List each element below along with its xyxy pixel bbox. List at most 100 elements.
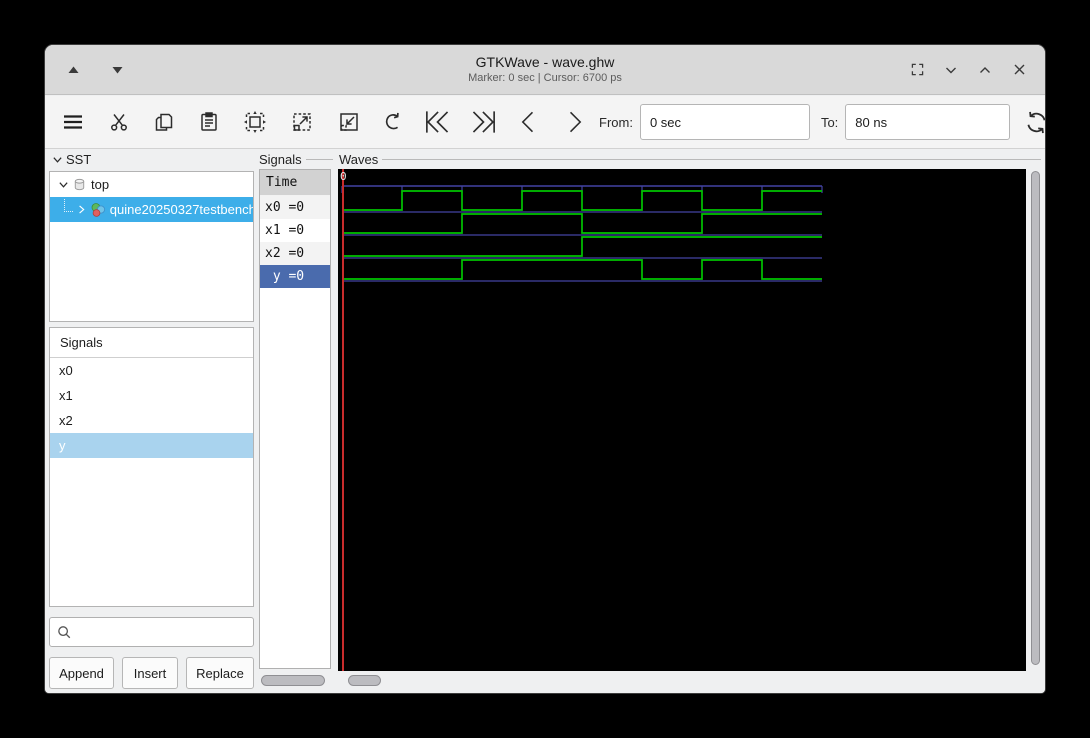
replace-button[interactable]: Replace: [186, 657, 254, 689]
module-cylinder-icon: [72, 177, 87, 192]
signal-value-label: x1 =0: [265, 223, 305, 238]
scroll-up-arrow-button[interactable]: [61, 58, 85, 82]
chevron-up-icon: [980, 66, 990, 73]
reload-icon: [1027, 111, 1045, 133]
cut-button[interactable]: [107, 110, 131, 134]
signal-search-box[interactable]: [49, 617, 254, 647]
jump-to-start-button[interactable]: [422, 109, 453, 135]
signals-frame-text: Signals: [259, 152, 302, 167]
zoom-out-button[interactable]: [336, 109, 362, 135]
signal-row-x2[interactable]: x2 =0: [260, 242, 330, 265]
waves-vertical-scrollbar[interactable]: [1029, 169, 1042, 671]
facility-item-y[interactable]: y: [50, 433, 253, 458]
copy-button[interactable]: [152, 110, 176, 134]
previous-edge-button[interactable]: [516, 109, 541, 135]
search-input[interactable]: [72, 624, 247, 640]
menu-button[interactable]: [59, 110, 87, 134]
jump-to-end-button[interactable]: [468, 109, 499, 135]
restore-button[interactable]: [973, 58, 997, 82]
titlebar[interactable]: GTKWave - wave.ghw Marker: 0 sec | Curso…: [45, 45, 1045, 95]
waves-horizontal-scrollbar[interactable]: [338, 673, 1026, 689]
window-title: GTKWave - wave.ghw: [475, 54, 615, 70]
waves-frame-text: Waves: [339, 152, 379, 167]
desktop-background: GTKWave - wave.ghw Marker: 0 sec | Curso…: [0, 0, 1090, 738]
undo-arrow-icon: [385, 112, 399, 129]
to-label: To:: [820, 114, 839, 130]
signal-row-y[interactable]: y =0: [260, 265, 330, 288]
wave-trace-x1: [342, 213, 822, 234]
hamburger-menu-icon: [64, 115, 82, 129]
sst-tree: top quine20250327testbench: [49, 171, 254, 322]
jump-start-icon: [426, 111, 449, 133]
facility-item-x1[interactable]: x1: [50, 383, 253, 408]
chevron-down-icon: [946, 67, 956, 73]
chevron-left-icon: [521, 111, 534, 133]
facility-label: x1: [59, 388, 73, 403]
signal-row-x0[interactable]: x0 =0: [260, 196, 330, 219]
wave-trace-x2: [342, 236, 822, 257]
minimize-button[interactable]: [939, 58, 963, 82]
from-input[interactable]: [639, 104, 810, 140]
tree-item-top[interactable]: top: [50, 172, 253, 197]
signal-row-x1[interactable]: x1 =0: [260, 219, 330, 242]
signal-name-panel: Time x0 =0 x1 =0 x2 =0 y =0: [259, 169, 331, 669]
tree-item-label: top: [91, 177, 110, 192]
up-triangle-icon: [68, 66, 78, 73]
time-header[interactable]: Time: [260, 170, 330, 196]
append-button[interactable]: Append: [49, 657, 114, 689]
scrollbar-thumb[interactable]: [1031, 171, 1040, 665]
component-spheres-icon: [90, 202, 106, 218]
signals-horizontal-scrollbar[interactable]: [259, 673, 331, 689]
marker-cursor-status: Marker: 0 sec | Cursor: 6700 ps: [468, 72, 622, 84]
wave-trace-x0: [342, 190, 822, 211]
zoom-fit-button[interactable]: [242, 109, 268, 135]
timescale-origin-label: 0: [340, 170, 347, 183]
signal-value-label: x0 =0: [265, 200, 305, 215]
signal-value-label: y =0: [265, 269, 305, 284]
copy-icon: [155, 113, 173, 131]
tree-item-label: quine20250327testbench: [109, 202, 253, 217]
maximize-icon: [911, 63, 923, 76]
facility-item-x0[interactable]: x0: [50, 358, 253, 383]
insert-button[interactable]: Insert: [122, 657, 178, 689]
sst-header-label: SST: [66, 152, 92, 167]
paste-button[interactable]: [197, 110, 221, 134]
action-buttons: Append Insert Replace: [49, 657, 254, 689]
scroll-down-arrow-button[interactable]: [105, 58, 129, 82]
maximize-button[interactable]: [905, 58, 929, 82]
scrollbar-thumb[interactable]: [261, 675, 325, 686]
next-edge-button[interactable]: [562, 109, 587, 135]
close-button[interactable]: [1007, 58, 1031, 82]
from-label: From:: [599, 114, 633, 130]
signals-frame-label: Signals: [259, 152, 333, 167]
close-icon: [1014, 64, 1024, 75]
facility-list: Signals x0 x1 x2 y: [49, 327, 254, 607]
zoom-out-icon: [340, 113, 358, 131]
signal-value-label: x2 =0: [265, 246, 305, 261]
sst-expander[interactable]: SST: [52, 152, 91, 167]
zoom-in-icon: [293, 113, 311, 131]
content-area: SST top quine20250327testbench Signals x…: [45, 149, 1045, 693]
reload-button[interactable]: [1023, 109, 1045, 136]
main-toolbar: From: To:: [45, 96, 1045, 149]
chevron-down-icon: [59, 182, 68, 188]
facility-label: x2: [59, 413, 73, 428]
wave-trace-y: [342, 259, 822, 280]
time-marker-line[interactable]: [342, 169, 344, 671]
scrollbar-thumb[interactable]: [348, 675, 381, 686]
waveform-canvas[interactable]: 0: [338, 169, 1026, 671]
waveform-traces: [341, 185, 823, 282]
undo-button[interactable]: [381, 110, 406, 135]
facility-item-x2[interactable]: x2: [50, 408, 253, 433]
paste-clipboard-icon: [201, 112, 217, 131]
facility-label: x0: [59, 363, 73, 378]
down-triangle-icon: [112, 66, 122, 73]
chevron-right-icon: [569, 111, 582, 133]
zoom-in-button[interactable]: [289, 109, 315, 135]
to-input[interactable]: [845, 104, 1011, 140]
tree-item-testbench[interactable]: quine20250327testbench: [50, 197, 253, 222]
gtkwave-window: GTKWave - wave.ghw Marker: 0 sec | Curso…: [44, 44, 1046, 694]
chevron-down-icon: [53, 157, 62, 163]
chevron-right-icon: [79, 205, 85, 214]
zoom-fit-icon: [244, 111, 266, 133]
